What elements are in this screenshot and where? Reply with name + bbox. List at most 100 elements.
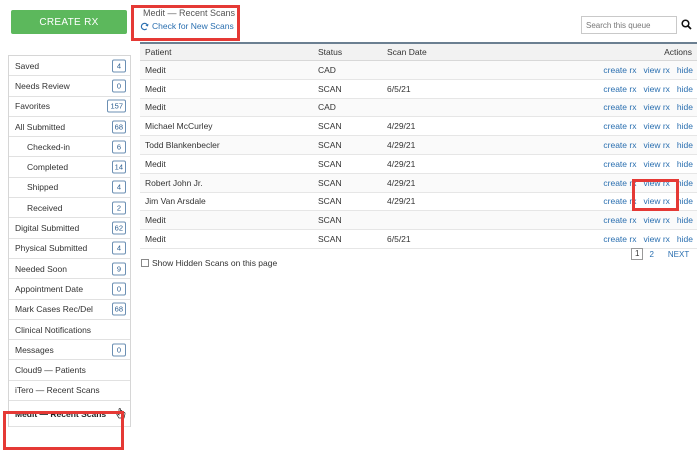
search-icon[interactable] [681,19,692,30]
create-rx-button[interactable]: CREATE RX [11,10,127,34]
check-new-scans-label: Check for New Scans [152,21,234,31]
page-current: 1 [631,248,644,260]
table-row: Robert John Jr. SCAN 4/29/21 create rx view … [140,173,697,193]
cell-patient: Medit [145,83,166,94]
queue-title: Medit — Recent Scans [143,8,236,18]
table-row: Medit SCAN 6/5/21 create rx view rx hide [140,80,697,99]
next-page-link[interactable]: NEXT [668,250,689,259]
sidebar-item-label: Clinical Notifications [15,324,92,335]
hide-link[interactable]: hide [677,121,693,131]
cell-patient: Medit [145,102,166,113]
count-badge: 68 [111,302,126,316]
count-badge: 4 [112,241,126,255]
row-actions: create rx view rx hide [603,102,693,112]
sidebar-item-cloud9-patients[interactable]: Cloud9 — Patients [9,360,130,381]
row-actions: create rx view rx hide [603,140,693,150]
row-actions: create rx view rx hide [603,159,693,169]
count-badge: 4 [112,59,126,73]
count-badge: 0 [112,343,126,357]
sidebar-item-mark-cases[interactable]: Mark Cases Rec/Del 68 [9,299,130,320]
view-rx-link[interactable]: view rx [643,215,669,225]
create-rx-link[interactable]: create rx [603,84,636,94]
show-hidden-scans[interactable]: Show Hidden Scans on this page [141,258,277,268]
create-rx-link[interactable]: create rx [603,234,636,244]
table-row: Medit CAD create rx view rx hide [140,61,697,80]
sidebar-item-digital-submitted[interactable]: Digital Submitted 62 [9,218,130,239]
col-header-actions: Actions [664,47,692,57]
create-rx-link[interactable]: create rx [603,178,636,188]
hide-link[interactable]: hide [677,196,693,206]
sidebar-item-checked-in[interactable]: Checked-in 6 [9,137,130,158]
hide-link[interactable]: hide [677,234,693,244]
cell-status: CAD [318,102,336,113]
cell-status: SCAN [318,234,342,245]
sidebar-item-label: Appointment Date [15,283,84,294]
sidebar-item-messages[interactable]: Messages 0 [9,340,130,361]
sidebar-item-itero-recent-scans[interactable]: iTero — Recent Scans [9,380,130,402]
sidebar-item-appointment-date[interactable]: Appointment Date 0 [9,279,130,300]
create-rx-link[interactable]: create rx [603,140,636,150]
table-row: Jim Van Arsdale SCAN 4/29/21 create rx view … [140,193,697,212]
sidebar-item-needed-soon[interactable]: Needed Soon 9 [9,258,130,280]
view-rx-link[interactable]: view rx [643,140,669,150]
create-rx-link[interactable]: create rx [603,121,636,131]
sidebar-item-completed[interactable]: Completed 14 [9,157,130,178]
sidebar-item-label: Needed Soon [15,263,67,274]
sidebar-item-received[interactable]: Received 2 [9,198,130,219]
cell-scan-date: 6/5/21 [387,234,411,245]
sidebar-item-saved[interactable]: Saved 4 [9,56,130,77]
cell-patient: Medit [145,158,166,169]
create-rx-link[interactable]: create rx [603,196,636,206]
count-badge: 0 [112,79,126,93]
create-rx-link[interactable]: create rx [603,215,636,225]
search-input[interactable] [581,16,677,34]
view-rx-link[interactable]: view rx [643,84,669,94]
cell-status: SCAN [318,140,342,151]
hide-link[interactable]: hide [677,102,693,112]
sidebar-item-needs-review[interactable]: Needs Review 0 [9,76,130,97]
hide-link[interactable]: hide [677,178,693,188]
table-body: Medit CAD create rx view rx hide Medit SCAN 6/… [140,61,697,249]
count-badge: 62 [111,221,126,235]
row-actions: create rx view rx hide [603,121,693,131]
cell-patient: Medit [145,234,166,245]
sidebar-item-clinical-notifications[interactable]: Clinical Notifications [9,319,130,341]
cell-scan-date: 4/29/21 [387,158,416,169]
table-row: Medit SCAN 6/5/21 create rx view rx hide [140,230,697,249]
create-rx-link[interactable]: create rx [603,65,636,75]
table-row: Medit SCAN 4/29/21 create rx view rx hide [140,155,697,174]
sidebar-item-physical-submitted[interactable]: Physical Submitted 4 [9,238,130,259]
view-rx-link[interactable]: view rx [643,178,669,188]
hide-link[interactable]: hide [677,159,693,169]
view-rx-link[interactable]: view rx [643,102,669,112]
sidebar-item-all-submitted[interactable]: All Submitted 68 [9,116,130,138]
cell-status: SCAN [318,177,342,188]
row-actions: create rx view rx hide [603,196,693,206]
view-rx-link[interactable]: view rx [643,121,669,131]
cell-scan-date: 6/5/21 [387,83,411,94]
create-rx-link[interactable]: create rx [603,159,636,169]
hide-link[interactable]: hide [677,84,693,94]
count-badge: 68 [111,120,126,134]
sidebar-item-label: Medit — Recent Scans [15,408,107,419]
page-link-2[interactable]: 2 [649,250,653,259]
table-row: Todd Blankenbecler SCAN 4/29/21 create rx vi… [140,136,697,155]
hide-link[interactable]: hide [677,215,693,225]
view-rx-link[interactable]: view rx [643,234,669,244]
sidebar-item-label: Shipped [27,182,59,193]
hide-link[interactable]: hide [677,65,693,75]
create-rx-link[interactable]: create rx [603,102,636,112]
show-hidden-checkbox[interactable] [141,259,149,267]
check-new-scans-link[interactable]: Check for New Scans [140,21,234,31]
sidebar-item-favorites[interactable]: Favorites 157 [9,96,130,117]
view-rx-link[interactable]: view rx [643,159,669,169]
pagination: 1 2 NEXT [631,248,689,260]
sidebar-item-medit-recent-scans[interactable]: Medit — Recent Scans [9,401,130,428]
sidebar-item-label: iTero — Recent Scans [15,385,100,396]
sidebar-item-label: Physical Submitted [15,243,88,254]
cell-status: CAD [318,64,336,75]
hide-link[interactable]: hide [677,140,693,150]
sidebar-item-shipped[interactable]: Shipped 4 [9,177,130,199]
view-rx-link[interactable]: view rx [643,65,669,75]
view-rx-link[interactable]: view rx [643,196,669,206]
